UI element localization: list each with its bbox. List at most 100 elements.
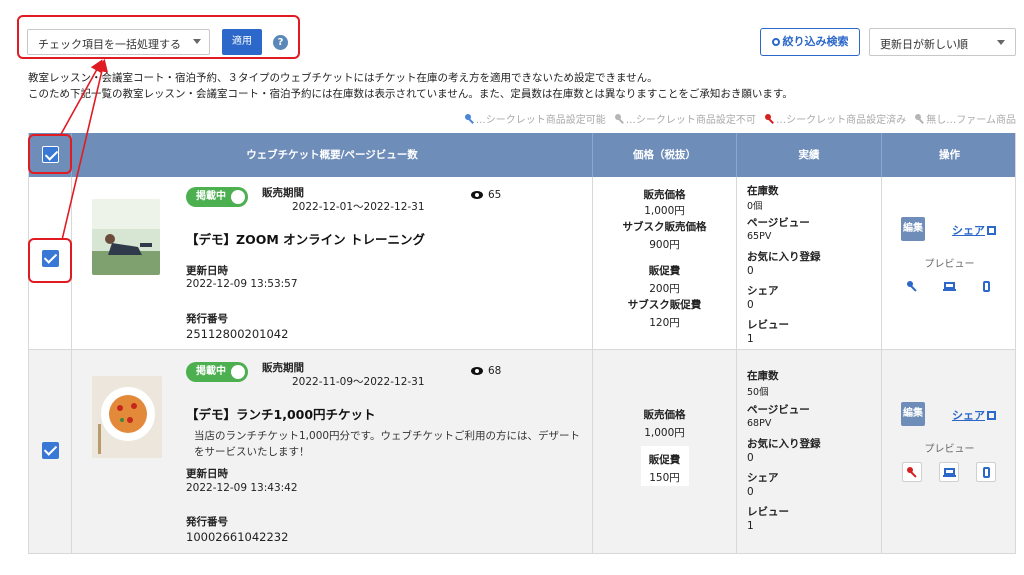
secret-legend: …シークレット商品設定可能 …シークレット商品設定不可 …シークレット商品設定済… <box>450 111 1016 126</box>
promo-fee: 150円 <box>649 472 680 484</box>
key-icon <box>915 114 925 124</box>
legend-item: 無し…ファーム商品 <box>926 115 1016 126</box>
stock-value: 0個 <box>747 201 763 212</box>
issue-number-label: 発行番号 <box>186 516 228 528</box>
results-cell: 在庫数 0個 ページビュー 65PV お気に入り登録 0 シェア 0 レビュー … <box>737 177 882 349</box>
annotation-box-select-all <box>28 134 72 174</box>
sale-price-label: 販売価格 <box>643 189 686 201</box>
key-icon <box>907 281 917 291</box>
issue-number-label: 発行番号 <box>186 313 228 325</box>
checkbox-cell <box>29 350 72 553</box>
promo-fee-label: 販促費 <box>648 265 681 277</box>
ticket-table: ウェブチケット概要/ページビュー数 価格（税抜） 実績 操作 掲載中 販売期間 … <box>28 133 1016 554</box>
share-label: シェア <box>747 472 779 484</box>
eye-icon <box>471 191 483 199</box>
filter-search-button[interactable]: 絞り込み検索 <box>760 28 860 56</box>
sort-select[interactable]: 更新日が新しい順 <box>869 28 1016 56</box>
review-label: レビュー <box>747 506 789 518</box>
row-checkbox[interactable] <box>42 442 59 459</box>
ticket-title: 【デモ】ランチ1,000円チケット <box>186 407 376 422</box>
stock-label: 在庫数 <box>747 185 779 197</box>
edit-button[interactable]: 編集 <box>901 402 925 426</box>
share-link-label: シェア <box>952 224 985 237</box>
sort-value: 更新日が新しい順 <box>880 38 968 51</box>
issue-number: 10002661042232 <box>186 530 289 544</box>
annotation-box-row-checkbox <box>28 238 72 283</box>
product-thumbnail <box>92 376 162 458</box>
sub-promo-fee: 120円 <box>649 317 680 329</box>
chevron-down-icon <box>997 40 1005 45</box>
edit-button[interactable]: 編集 <box>901 217 925 241</box>
summary-cell: 掲載中 販売期間 2022-11-09〜2022-12-31 68 【デモ】ラン… <box>72 350 593 553</box>
notice-line-2: このため下記一覧の教室レッスン・会議室コート・宿泊予約には在庫数は表示されていま… <box>28 88 793 100</box>
preview-label: プレビュー <box>924 259 975 270</box>
stock-value: 50個 <box>747 387 769 398</box>
phone-icon <box>982 281 990 292</box>
preview-label: プレビュー <box>924 444 975 455</box>
table-header: ウェブチケット概要/ページビュー数 価格（税抜） 実績 操作 <box>29 133 1015 177</box>
sale-price: 1,000円 <box>644 205 685 217</box>
share-value: 0 <box>747 299 754 311</box>
legend-item: …シークレット商品設定済み <box>776 115 907 126</box>
status-toggle[interactable]: 掲載中 <box>186 187 248 207</box>
actions-cell: 編集 シェア プレビュー <box>882 350 1017 553</box>
product-thumbnail <box>92 199 160 275</box>
share-label: シェア <box>747 285 779 297</box>
status-toggle[interactable]: 掲載中 <box>186 362 248 382</box>
review-value: 1 <box>747 333 754 345</box>
header-actions: 操作 <box>939 149 960 161</box>
share-link[interactable]: シェア <box>952 407 996 423</box>
secret-key-button[interactable] <box>902 277 922 297</box>
sub-price-label: サブスク販売価格 <box>622 221 707 233</box>
sub-promo-fee-label: サブスク販促費 <box>627 299 702 311</box>
laptop-icon <box>942 468 956 477</box>
favorite-label: お気に入り登録 <box>747 251 821 263</box>
header-price: 価格（税抜） <box>593 133 737 177</box>
table-row: 掲載中 販売期間 2022-12-01〜2022-12-31 65 【デモ】ZO… <box>29 177 1015 350</box>
updated-at: 2022-12-09 13:43:42 <box>186 482 298 494</box>
pc-preview-button[interactable] <box>939 462 959 482</box>
ticket-description: 当店のランチチケット1,000円分です。ウェブチケットご利用の方には、デザートを… <box>194 430 581 458</box>
view-count: 68 <box>488 365 502 377</box>
legend-item: …シークレット商品設定不可 <box>625 115 756 126</box>
table-row: 掲載中 販売期間 2022-11-09〜2022-12-31 68 【デモ】ラン… <box>29 350 1015 554</box>
period-label: 販売期間 <box>262 362 304 374</box>
stock-label: 在庫数 <box>747 370 779 382</box>
legend-item: …シークレット商品設定可能 <box>475 115 606 126</box>
key-icon <box>464 114 475 124</box>
updated-label: 更新日時 <box>186 265 228 277</box>
share-link[interactable]: シェア <box>952 222 996 238</box>
sale-price-label: 販売価格 <box>643 409 686 421</box>
secret-key-button[interactable] <box>902 462 922 482</box>
sale-price: 1,000円 <box>644 427 685 439</box>
actions-cell: 編集 シェア プレビュー <box>882 177 1017 349</box>
period-label: 販売期間 <box>262 187 304 199</box>
updated-at: 2022-12-09 13:53:57 <box>186 278 298 290</box>
filter-search-label: 絞り込み検索 <box>782 35 849 48</box>
eye-icon <box>471 367 483 375</box>
mobile-preview-button[interactable] <box>976 277 996 297</box>
share-value: 0 <box>747 486 754 498</box>
updated-label: 更新日時 <box>186 468 228 480</box>
phone-icon <box>982 467 990 478</box>
laptop-icon <box>942 282 956 291</box>
promo-fee-label: 販促費 <box>648 454 681 466</box>
header-results: 実績 <box>737 133 882 177</box>
search-icon <box>771 38 780 46</box>
sub-price: 900円 <box>649 239 680 251</box>
sale-period: 2022-11-09〜2022-12-31 <box>292 376 425 388</box>
price-cell: 販売価格 1,000円 サブスク販売価格 900円 販促費 200円 サブスク販… <box>593 177 737 349</box>
pc-preview-button[interactable] <box>939 277 959 297</box>
mobile-preview-button[interactable] <box>976 462 996 482</box>
results-cell: 在庫数 50個 ページビュー 68PV お気に入り登録 0 シェア 0 レビュー… <box>737 350 882 553</box>
price-cell: 販売価格 1,000円 販促費 150円 <box>593 350 737 553</box>
issue-number: 25112800201042 <box>186 327 289 341</box>
pageview-label: ページビュー <box>747 404 810 416</box>
view-count: 65 <box>488 189 502 201</box>
sale-period: 2022-12-01〜2022-12-31 <box>292 201 425 213</box>
pageview-value: 65PV <box>747 231 772 242</box>
pageview-label: ページビュー <box>747 217 810 229</box>
favorite-value: 0 <box>747 265 754 277</box>
favorite-value: 0 <box>747 452 754 464</box>
favorite-label: お気に入り登録 <box>747 438 821 450</box>
